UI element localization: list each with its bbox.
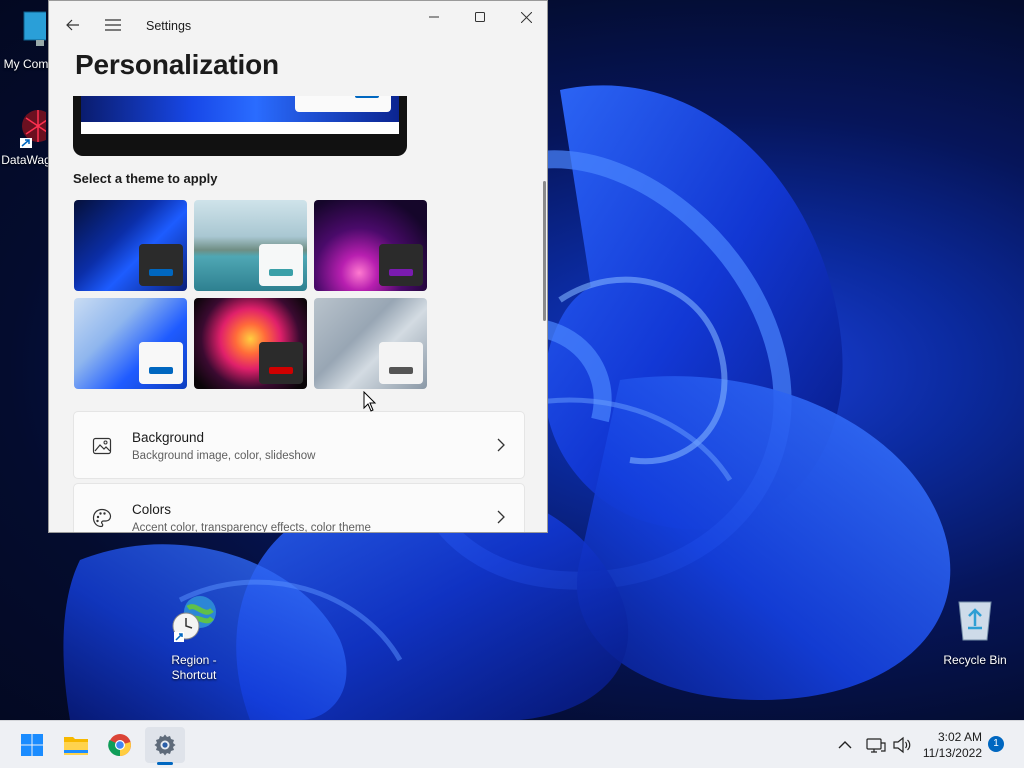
desktop-icon-label: DataWag xyxy=(1,153,51,167)
settings-window[interactable]: Settings Personalization Select a theme … xyxy=(48,0,548,533)
desktop-icon-region-shortcut[interactable]: Region - Shortcut xyxy=(164,594,224,683)
colors-card-title: Colors xyxy=(132,502,172,517)
start-icon xyxy=(21,734,43,756)
colors-card-subtitle: Accent color, transparency effects, colo… xyxy=(132,522,371,533)
theme-tile-captured-motion[interactable] xyxy=(314,200,427,291)
maximize-icon xyxy=(475,12,485,22)
hamburger-menu-icon xyxy=(105,19,121,31)
taskbar: 3:02 AM 11/13/2022 xyxy=(0,720,1024,768)
settings-taskbar-button[interactable] xyxy=(145,727,185,763)
computer-icon xyxy=(23,11,59,46)
theme-section-label: Select a theme to apply xyxy=(73,171,218,186)
theme-tile-sunrise[interactable] xyxy=(314,298,427,389)
show-hidden-icons-button[interactable] xyxy=(838,721,852,768)
desktop-icon-label: Recycle Bin xyxy=(943,653,1007,667)
close-button[interactable] xyxy=(503,1,547,33)
file-explorer-icon xyxy=(64,737,88,755)
settings-icon xyxy=(154,734,176,756)
preview-taskbar xyxy=(81,122,399,134)
active-app-indicator xyxy=(157,762,173,765)
page-title: Personalization xyxy=(75,49,279,80)
arrow-left-icon xyxy=(66,19,79,31)
speaker-icon xyxy=(893,736,911,754)
chevron-up-icon xyxy=(838,741,852,749)
notification-badge[interactable]: 1 xyxy=(988,736,1004,752)
chrome-icon xyxy=(108,734,131,757)
desktop-icon-recycle-bin[interactable]: Recycle Bin xyxy=(940,596,1010,668)
vertical-scrollbar[interactable] xyxy=(543,181,546,321)
theme-tile-flow-flower[interactable] xyxy=(194,298,307,389)
maximize-button[interactable] xyxy=(457,1,503,33)
clock-time: 3:02 AM xyxy=(937,730,982,744)
palette-icon xyxy=(92,508,112,528)
menu-button[interactable] xyxy=(97,9,129,41)
chrome-button[interactable] xyxy=(100,727,140,763)
network-icon xyxy=(866,738,886,753)
file-explorer-button[interactable] xyxy=(56,727,96,763)
theme-tile-windows-bloom-light[interactable] xyxy=(74,298,187,389)
desktop-icon-label: My Com xyxy=(3,57,49,71)
volume-button[interactable] xyxy=(892,721,912,768)
desktop-icon-datawag[interactable]: DataWag xyxy=(0,104,54,168)
clock-date: 11/13/2022 xyxy=(922,746,982,760)
image-icon xyxy=(92,437,112,455)
datawag-icon xyxy=(20,110,54,148)
background-card-subtitle: Background image, color, slideshow xyxy=(132,450,316,462)
theme-preview xyxy=(73,96,407,156)
network-button[interactable] xyxy=(866,721,886,768)
theme-tile-glow-lake[interactable] xyxy=(194,200,307,291)
title-bar[interactable]: Settings xyxy=(49,1,547,49)
desktop-icon-label-line2: Shortcut xyxy=(171,668,217,682)
chevron-right-icon xyxy=(497,510,505,524)
chevron-right-icon xyxy=(497,438,505,452)
back-button[interactable] xyxy=(57,9,89,41)
preview-window xyxy=(295,96,391,112)
colors-setting-card[interactable]: Colors Accent color, transparency effect… xyxy=(73,483,525,533)
theme-tile-windows-light-bloom[interactable] xyxy=(74,200,187,291)
desktop-icon-my-computer[interactable]: My Com xyxy=(0,10,59,72)
desktop-icon-label-line1: Region - xyxy=(171,653,217,667)
start-button[interactable] xyxy=(12,727,52,763)
clock[interactable]: 3:02 AM 11/13/2022 xyxy=(920,729,982,761)
background-card-title: Background xyxy=(132,430,205,445)
background-setting-card[interactable]: Background Background image, color, slid… xyxy=(73,411,525,479)
mouse-cursor-icon xyxy=(363,391,377,412)
app-title: Settings xyxy=(146,19,192,33)
minimize-icon xyxy=(429,16,439,18)
globe-clock-icon xyxy=(172,596,216,642)
settings-content[interactable]: Select a theme to apply Background Backg… xyxy=(49,96,547,533)
close-icon xyxy=(520,11,532,23)
minimize-button[interactable] xyxy=(411,1,457,33)
recycle-bin-icon xyxy=(958,601,992,641)
